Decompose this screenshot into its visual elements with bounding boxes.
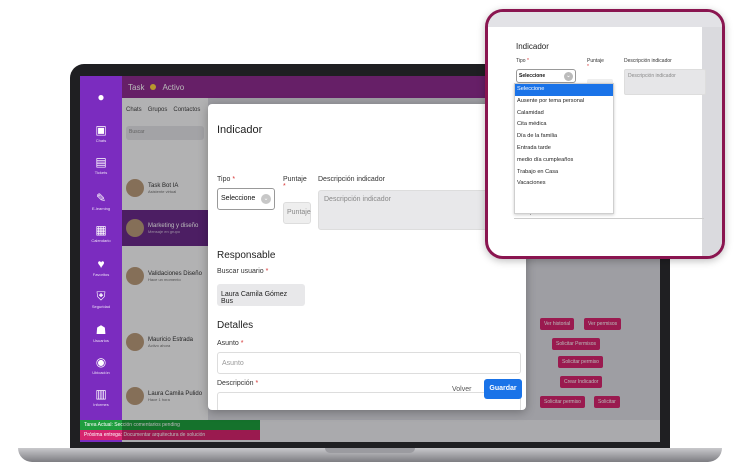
sidebar-item-elearning[interactable]: ✎ E-learning xyxy=(80,184,122,218)
sidebar-item-chats[interactable]: ▣ Chats xyxy=(80,116,122,150)
promo-stage: ● ▣ Chats ▤ Tickets ✎ E-learning ▦ Calendari… xyxy=(0,0,739,473)
zoom-descripcion-input[interactable]: Descripción indicador xyxy=(624,69,706,95)
sidebar-item-label: Ubicación xyxy=(92,369,110,375)
detalles-heading: Detalles xyxy=(217,320,254,331)
zoom-divider xyxy=(514,218,704,219)
sidebar-item-favorites[interactable]: ♥ Favoritos xyxy=(80,250,122,284)
guardar-button[interactable]: Guardar xyxy=(484,379,522,399)
tipo-select[interactable]: Seleccione ⌄ xyxy=(217,188,275,210)
dropdown-option[interactable]: Día de la familia xyxy=(515,131,613,143)
chat-icon: ▣ xyxy=(95,122,107,137)
zoom-tipo-select[interactable]: Seleccione ⌄ xyxy=(516,69,576,83)
modal-title: Indicador xyxy=(217,124,263,136)
sidebar-item-location[interactable]: ◉ Ubicación xyxy=(80,348,122,382)
zoom-modal-title: Indicador xyxy=(516,42,549,51)
descripcion-input[interactable] xyxy=(217,392,521,410)
sidebar-item-label: Usuarios xyxy=(93,337,109,343)
reports-icon: ▥ xyxy=(95,386,107,401)
sidebar-item-label: Calendario xyxy=(91,237,111,243)
dropdown-option[interactable]: medio día cumpleaños xyxy=(515,155,613,167)
elearning-icon: ✎ xyxy=(95,190,107,205)
descripcion-indicador-label: Descripción indicador xyxy=(318,176,385,183)
zoom-topbar xyxy=(488,12,722,27)
dropdown-option[interactable]: Ausente por tema personal xyxy=(515,96,613,108)
puntaje-input[interactable]: Puntaje xyxy=(283,202,311,224)
users-icon: ☗ xyxy=(95,322,107,337)
home-icon: ● xyxy=(97,90,105,104)
calendar-icon: ▦ xyxy=(95,222,107,237)
responsable-heading: Responsable xyxy=(217,250,276,261)
location-icon: ◉ xyxy=(95,354,107,369)
asunto-label: Asunto * xyxy=(217,340,244,347)
sidebar-item-label: Tickets xyxy=(94,169,108,175)
dropdown-zoom-callout: Indicador Tipo * Puntaje * Descripción in… xyxy=(485,9,725,259)
sidebar-item-tickets[interactable]: ▤ Tickets xyxy=(80,148,122,182)
tipo-dropdown-list: Seleccione Ausente por tema personal Calam… xyxy=(514,83,614,214)
dropdown-option[interactable]: Entrada tarde xyxy=(515,143,613,155)
puntaje-label: Puntaje * xyxy=(283,176,307,190)
volver-button[interactable]: Volver xyxy=(452,386,471,393)
dropdown-option[interactable]: Calamidad xyxy=(515,108,613,120)
dropdown-option[interactable]: Trabajo en Casa xyxy=(515,167,613,179)
tickets-icon: ▤ xyxy=(95,154,107,169)
sidebar-item-calendar[interactable]: ▦ Calendario xyxy=(80,216,122,250)
zoom-descripcion-label: Descripción indicador xyxy=(624,58,672,64)
buscar-usuario-label: Buscar usuario * xyxy=(217,268,269,275)
zoom-puntaje-label: Puntaje * xyxy=(587,58,604,70)
indicator-modal: Indicador Tipo * Seleccione ⌄ Puntaje * Pu… xyxy=(208,104,526,410)
descripcion-label: Descripción * xyxy=(217,380,259,387)
sidebar-item-label: E-learning xyxy=(91,205,111,211)
tipo-select-value: Seleccione xyxy=(221,195,256,202)
shield-icon: ⛨ xyxy=(96,288,106,303)
sidebar-item-users[interactable]: ☗ Usuarios xyxy=(80,316,122,350)
sidebar-item-home[interactable]: ● xyxy=(80,80,122,114)
buscar-usuario-input[interactable]: Laura Camila Gómez Bus xyxy=(217,284,305,306)
sidebar-item-label: Seguridad xyxy=(91,303,111,309)
zoom-sidepanel xyxy=(702,27,722,256)
sidebar-item-security[interactable]: ⛨ Seguridad xyxy=(80,282,122,316)
asunto-input[interactable]: Asunto xyxy=(217,352,521,374)
sidebar-item-label: Favoritos xyxy=(92,271,110,277)
heart-icon: ♥ xyxy=(97,256,105,271)
tipo-label: Tipo * xyxy=(217,176,236,183)
zoom-tipo-label: Tipo * xyxy=(516,58,529,64)
zoom-tipo-select-value: Seleccione xyxy=(519,73,546,79)
chevron-down-icon: ⌄ xyxy=(261,194,271,204)
dropdown-option[interactable]: Seleccione xyxy=(515,84,613,96)
app-sidebar: ● ▣ Chats ▤ Tickets ✎ E-learning ▦ Calendari… xyxy=(80,76,122,442)
dropdown-option[interactable]: Vacaciones xyxy=(515,178,613,190)
sidebar-item-label: Chats xyxy=(95,137,107,143)
dropdown-option[interactable]: Cita médica xyxy=(515,119,613,131)
chevron-down-icon: ⌄ xyxy=(564,72,573,81)
sidebar-item-label: Informes xyxy=(93,401,109,407)
sidebar-item-reports[interactable]: ▥ Informes xyxy=(80,380,122,414)
laptop-notch xyxy=(325,448,415,453)
